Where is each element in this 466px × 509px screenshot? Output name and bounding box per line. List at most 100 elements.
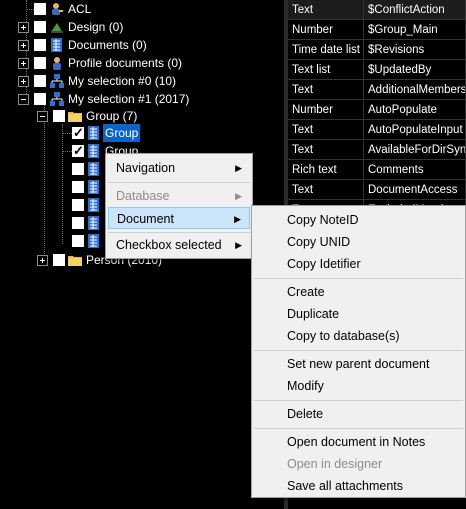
tree-checkbox[interactable] — [34, 75, 46, 87]
tree-item-group[interactable] — [0, 196, 110, 214]
tree-label-selected: Group — [103, 124, 141, 142]
field-type-cell[interactable]: Text — [288, 80, 364, 100]
tree-item-group[interactable] — [0, 160, 110, 178]
tree-item-group-folder[interactable]: Group (7) — [0, 107, 284, 125]
collapse-icon[interactable] — [18, 94, 29, 105]
tree-checkbox[interactable] — [53, 110, 65, 122]
field-type-cell[interactable]: Number — [288, 20, 364, 40]
menu-separator — [108, 232, 250, 233]
menu-separator — [254, 428, 463, 429]
menu-item-label: Navigation — [116, 161, 176, 175]
submenu-arrow-icon: ▶ — [235, 191, 242, 201]
tree-label: Documents (0) — [68, 38, 147, 52]
expand-icon[interactable] — [18, 76, 29, 87]
menu-item-delete[interactable]: Delete — [254, 403, 463, 425]
menu-item-open-in-notes[interactable]: Open document in Notes — [254, 431, 463, 453]
submenu-arrow-icon: ▶ — [235, 163, 242, 173]
selection-hierarchy-icon — [50, 74, 64, 88]
field-name-cell[interactable]: AutoPopulate — [364, 100, 466, 120]
field-type-cell[interactable]: Text — [288, 120, 364, 140]
expand-icon[interactable] — [18, 40, 29, 51]
field-name-cell[interactable]: $Revisions — [364, 40, 466, 60]
tree-label: Group (7) — [86, 109, 138, 123]
tree-item-acl[interactable]: ACL — [0, 0, 284, 18]
tree-checkbox[interactable] — [72, 181, 84, 193]
document-grid-icon — [51, 38, 62, 52]
tree-checkbox-checked[interactable] — [72, 124, 84, 142]
document-grid-icon — [88, 216, 99, 230]
document-submenu[interactable]: Copy NoteID Copy UNID Copy Idetifier Cre… — [251, 205, 466, 498]
tree-label: ACL — [68, 2, 92, 16]
menu-item-checkbox-selected[interactable]: Checkbox selected ▶ — [108, 234, 250, 256]
tree-item-group[interactable] — [0, 232, 110, 250]
tree-checkbox[interactable] — [72, 199, 84, 211]
tree-item-group[interactable] — [0, 214, 110, 232]
field-type-cell[interactable]: Time date list — [288, 40, 364, 60]
tree-checkbox[interactable] — [72, 163, 84, 175]
design-icon — [51, 23, 63, 33]
menu-item-label: Document — [117, 212, 174, 226]
tree-checkbox[interactable] — [53, 254, 65, 266]
field-name-cell[interactable]: $Group_Main — [364, 20, 466, 40]
menu-item-document[interactable]: Document ▶ — [108, 207, 250, 229]
folder-icon — [68, 256, 82, 266]
tree-label: Design (0) — [68, 20, 124, 34]
tree-item-selection-0[interactable]: My selection #0 (10) — [0, 72, 284, 90]
menu-separator — [254, 350, 463, 351]
field-name-cell[interactable]: $UpdatedBy — [364, 60, 466, 80]
menu-item-save-attachments[interactable]: Save all attachments — [254, 475, 463, 497]
field-name-cell[interactable]: AutoPopulateInput — [364, 120, 466, 140]
tree-item-documents[interactable]: Documents (0) — [0, 36, 284, 54]
expand-icon[interactable] — [37, 255, 48, 266]
menu-item-copy-noteid[interactable]: Copy NoteID — [254, 209, 463, 231]
field-name-cell[interactable]: AvailableForDirSync — [364, 140, 466, 160]
tree-label: My selection #0 (10) — [68, 74, 177, 88]
menu-item-set-parent[interactable]: Set new parent document — [254, 353, 463, 375]
expand-icon[interactable] — [18, 22, 29, 33]
menu-item-label: Checkbox selected — [116, 238, 222, 252]
collapse-icon[interactable] — [37, 111, 48, 122]
field-type-cell[interactable]: Text — [288, 0, 364, 20]
menu-item-open-in-designer[interactable]: Open in designer — [254, 453, 463, 475]
document-grid-icon — [88, 162, 99, 176]
field-name-cell[interactable]: DocumentAccess — [364, 180, 466, 200]
field-type-cell[interactable]: Text list — [288, 60, 364, 80]
field-name-cell[interactable]: $ConflictAction — [364, 0, 466, 20]
tree-item-group-1[interactable]: Group — [0, 124, 284, 142]
tree-checkbox-checked[interactable] — [72, 142, 84, 160]
tree-label: Profile documents (0) — [68, 56, 183, 70]
field-type-cell[interactable]: Rich text — [288, 160, 364, 180]
menu-item-database[interactable]: Database ▶ — [108, 185, 250, 207]
menu-item-copy-to-database[interactable]: Copy to database(s) — [254, 325, 463, 347]
tree-item-selection-1[interactable]: My selection #1 (2017) — [0, 90, 284, 108]
tree-checkbox[interactable] — [72, 217, 84, 229]
user-key-icon — [52, 3, 63, 15]
tree-item-profile-documents[interactable]: Profile documents (0) — [0, 54, 284, 72]
field-name-cell[interactable]: AdditionalMembers — [364, 80, 466, 100]
expand-icon[interactable] — [18, 58, 29, 69]
field-type-cell[interactable]: Text — [288, 140, 364, 160]
menu-item-copy-identifier[interactable]: Copy Idetifier — [254, 253, 463, 275]
profile-icon — [53, 57, 61, 70]
menu-item-navigation[interactable]: Navigation ▶ — [108, 157, 250, 179]
document-grid-icon — [88, 198, 99, 212]
menu-item-create[interactable]: Create — [254, 281, 463, 303]
menu-item-copy-unid[interactable]: Copy UNID — [254, 231, 463, 253]
field-type-cell[interactable]: Text — [288, 180, 364, 200]
tree-checkbox[interactable] — [72, 235, 84, 247]
tree-checkbox[interactable] — [34, 93, 46, 105]
field-name-cell[interactable]: Comments — [364, 160, 466, 180]
field-type-cell[interactable]: Number — [288, 100, 364, 120]
tree-item-group[interactable] — [0, 178, 110, 196]
tree-checkbox[interactable] — [34, 57, 46, 69]
menu-item-duplicate[interactable]: Duplicate — [254, 303, 463, 325]
tree-checkbox[interactable] — [34, 39, 46, 51]
tree-checkbox[interactable] — [34, 3, 46, 15]
tree-item-design[interactable]: Design (0) — [0, 18, 284, 36]
document-grid-icon — [88, 234, 99, 248]
menu-item-modify[interactable]: Modify — [254, 375, 463, 397]
tree-checkbox[interactable] — [34, 21, 46, 33]
document-grid-icon — [88, 126, 99, 140]
context-menu[interactable]: Navigation ▶ Database ▶ Document ▶ Check… — [105, 153, 253, 259]
menu-separator — [254, 278, 463, 279]
